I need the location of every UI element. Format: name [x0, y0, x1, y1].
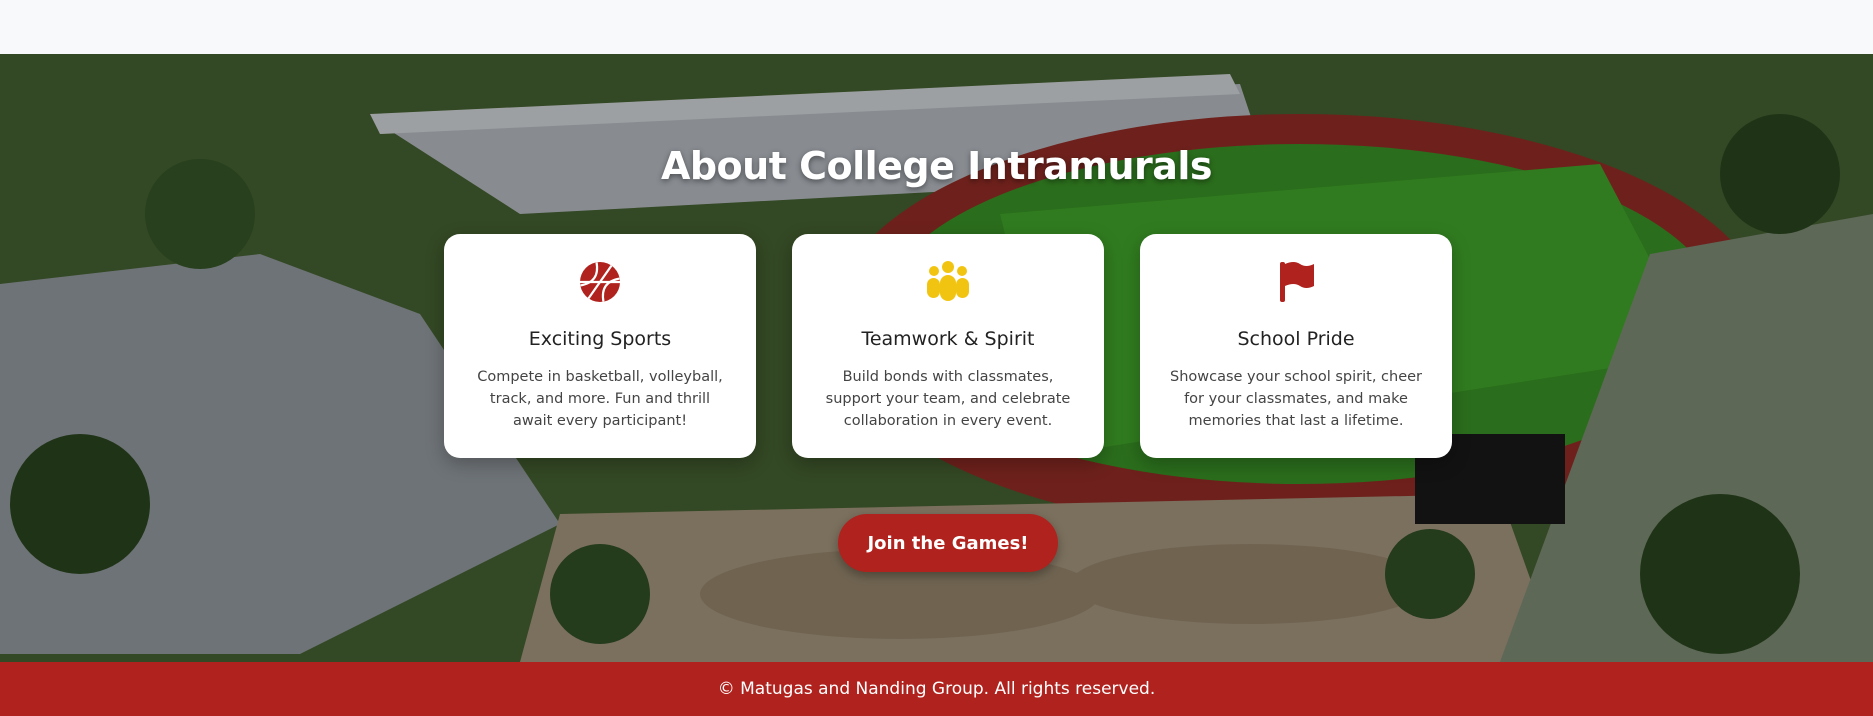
feature-card-exciting-sports: Exciting Sports Compete in basketball, v…: [444, 234, 756, 458]
page-title: About College Intramurals: [660, 144, 1213, 188]
card-title: School Pride: [1237, 328, 1355, 350]
copyright-text: © Matugas and Nanding Group. All rights …: [717, 679, 1156, 699]
hero-section: About College Intramurals Exciting Sport…: [0, 54, 1873, 662]
people-group-icon: [792, 260, 1104, 304]
card-description: Build bonds with classmates, support you…: [825, 369, 1071, 429]
feature-card-school-pride: School Pride Showcase your school spirit…: [1140, 234, 1452, 458]
card-title: Teamwork & Spirit: [861, 328, 1035, 350]
join-the-games-button[interactable]: Join the Games!: [838, 514, 1058, 572]
flag-icon: [1140, 260, 1452, 304]
feature-card-teamwork-spirit: Teamwork & Spirit Build bonds with class…: [792, 234, 1104, 458]
footer: © Matugas and Nanding Group. All rights …: [0, 662, 1873, 716]
basketball-icon: [444, 260, 756, 304]
card-title: Exciting Sports: [528, 328, 672, 350]
card-description: Showcase your school spirit, cheer for y…: [1169, 369, 1423, 429]
card-description: Compete in basketball, volleyball, track…: [477, 369, 723, 429]
top-navbar: [0, 0, 1873, 54]
